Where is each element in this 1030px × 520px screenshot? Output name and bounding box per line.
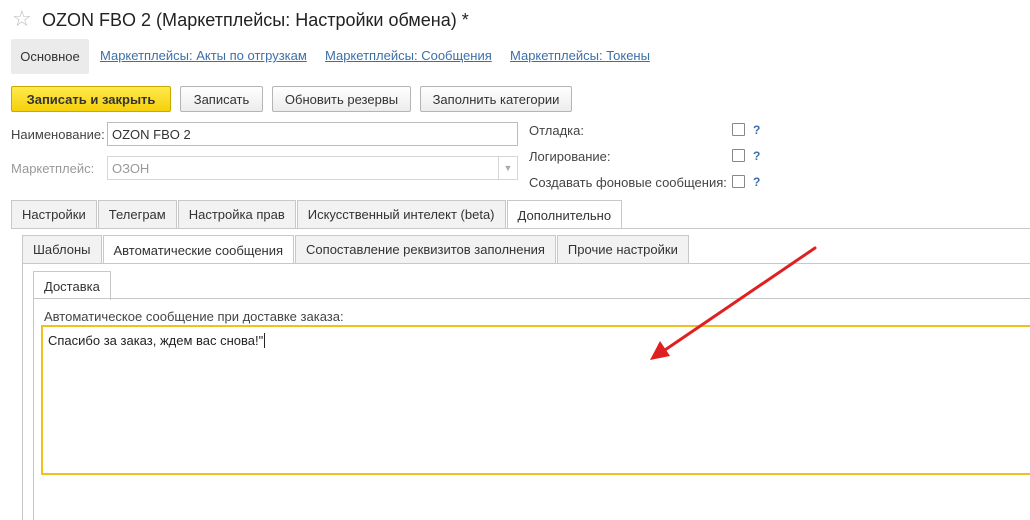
nav-tab-main[interactable]: Основное — [11, 39, 89, 74]
name-input[interactable]: OZON FBO 2 — [107, 122, 518, 146]
tab-permissions[interactable]: Настройка прав — [177, 200, 296, 228]
debug-label: Отладка: — [529, 123, 584, 138]
marketplace-value: ОЗОН — [112, 160, 150, 176]
favorite-star-icon[interactable]: ☆ — [12, 6, 32, 32]
delivery-message-text: Спасибо за заказ, ждем вас снова!" — [48, 333, 264, 348]
text-cursor — [264, 333, 266, 348]
tab-delivery[interactable]: Доставка — [33, 271, 111, 300]
tab-other-settings[interactable]: Прочие настройки — [556, 235, 689, 263]
sub-panel-left-border — [22, 263, 23, 520]
tab-templates[interactable]: Шаблоны — [22, 235, 102, 263]
save-button[interactable]: Записать — [180, 86, 263, 112]
tab-field-mapping[interactable]: Сопоставление реквизитов заполнения — [295, 235, 556, 263]
name-value: OZON FBO 2 — [112, 126, 191, 142]
marketplace-select[interactable]: ОЗОН ▼ — [107, 156, 518, 180]
sub-tabs: Шаблоны Автоматические сообщения Сопоста… — [22, 235, 690, 264]
delivery-message-textarea[interactable]: Спасибо за заказ, ждем вас снова!" — [41, 325, 1030, 475]
nav-link-messages[interactable]: Маркетплейсы: Сообщения — [325, 48, 492, 63]
bg-messages-checkbox[interactable] — [732, 175, 745, 188]
tab-settings[interactable]: Настройки — [11, 200, 97, 228]
marketplace-label: Маркетплейс: — [11, 161, 95, 176]
logging-label: Логирование: — [529, 149, 611, 164]
delivery-message-label: Автоматическое сообщение при доставке за… — [44, 309, 344, 324]
main-tabs-divider — [11, 228, 1030, 229]
nav-link-acts[interactable]: Маркетплейсы: Акты по отгрузкам — [100, 48, 307, 63]
logging-checkbox[interactable] — [732, 149, 745, 162]
debug-checkbox[interactable] — [732, 123, 745, 136]
nav-link-tokens[interactable]: Маркетплейсы: Токены — [510, 48, 650, 63]
bg-messages-label: Создавать фоновые сообщения: — [529, 175, 727, 190]
refresh-reserves-button[interactable]: Обновить резервы — [272, 86, 411, 112]
inner-tabs-divider — [33, 298, 1030, 299]
fill-categories-button[interactable]: Заполнить категории — [420, 86, 572, 112]
logging-help-icon[interactable]: ? — [753, 149, 760, 163]
window-title: OZON FBO 2 (Маркетплейсы: Настройки обме… — [42, 10, 469, 30]
bg-messages-help-icon[interactable]: ? — [753, 175, 760, 189]
sub-tabs-divider — [22, 263, 1030, 264]
tab-ai[interactable]: Искусственный интелект (beta) — [296, 200, 506, 228]
main-tabs: Настройки Телеграм Настройка прав Искусс… — [11, 200, 623, 229]
save-and-close-button[interactable]: Записать и закрыть — [11, 86, 171, 112]
debug-help-icon[interactable]: ? — [753, 123, 760, 137]
tab-additional[interactable]: Дополнительно — [506, 200, 623, 229]
inner-panel-left-border — [33, 298, 34, 520]
tab-auto-messages[interactable]: Автоматические сообщения — [102, 235, 295, 264]
name-label: Наименование: — [11, 127, 105, 142]
inner-tabs: Доставка — [33, 271, 112, 300]
chevron-down-icon[interactable]: ▼ — [498, 157, 517, 179]
tab-telegram[interactable]: Телеграм — [97, 200, 177, 228]
